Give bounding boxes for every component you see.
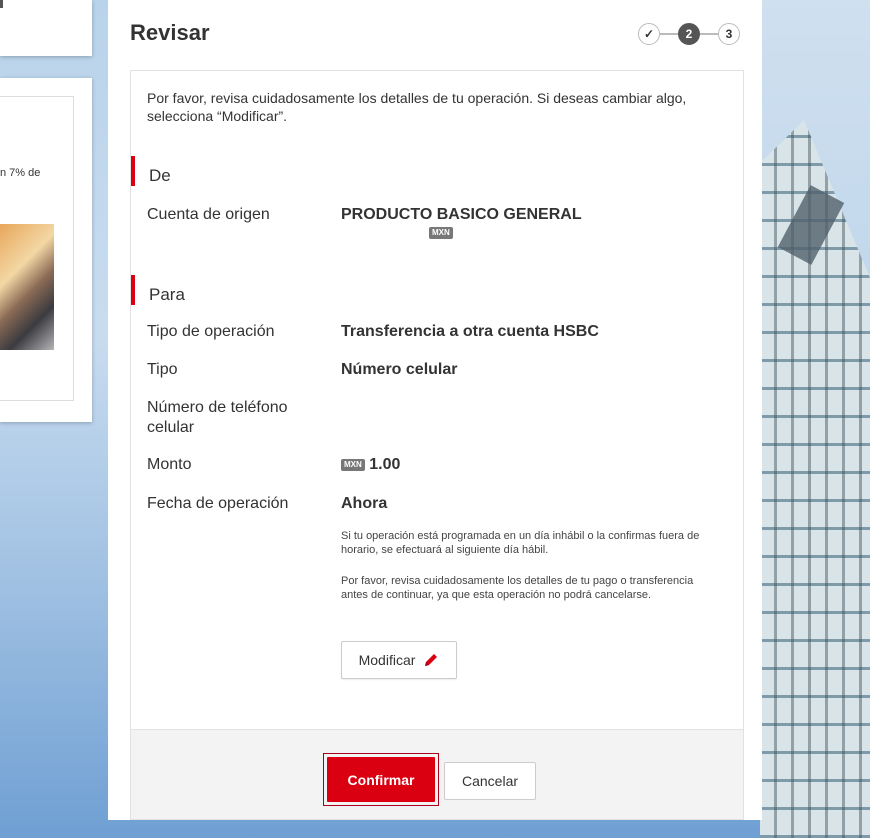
step-3-pending: 3 [718, 23, 740, 45]
side-card-text: n 7% de [0, 167, 41, 179]
intro-text: Por favor, revisa cuidadosamente los det… [147, 90, 687, 124]
type-label: Tipo [147, 361, 178, 378]
modify-button[interactable]: Modificar [341, 641, 457, 679]
type-value: Número celular [341, 361, 458, 378]
side-card-inner: n 7% de [0, 96, 74, 401]
irreversible-note: Por favor, revisa cuidadosamente los det… [341, 575, 694, 601]
side-card-top [0, 0, 92, 56]
side-card-mark [0, 0, 3, 8]
amount-label: Monto [147, 456, 192, 473]
review-details: Por favor, revisa cuidadosamente los det… [130, 70, 744, 730]
amount-value-row: MXN 1.00 [341, 455, 400, 475]
step-connector [660, 33, 678, 35]
amount-currency-badge: MXN [341, 458, 365, 471]
cancel-button[interactable]: Cancelar [444, 762, 536, 800]
business-day-note: Si tu operación está programada en un dí… [341, 530, 700, 556]
date-label: Fecha de operación [147, 495, 289, 512]
section-from-title: De [131, 156, 171, 188]
progress-stepper: ✓ 2 3 [638, 23, 740, 45]
step-2-active: 2 [678, 23, 700, 45]
operation-type-label: Tipo de operación [147, 323, 275, 340]
amount-value: 1.00 [369, 456, 401, 473]
action-footer: Confirmar Cancelar [130, 730, 744, 820]
operation-type-value: Transferencia a otra cuenta HSBC [341, 323, 599, 340]
origin-currency-badge: MXN [429, 227, 453, 239]
origin-account-value: PRODUCTO BASICO GENERAL [341, 206, 582, 223]
origin-account-label: Cuenta de origen [147, 206, 270, 223]
date-value: Ahora [341, 495, 388, 512]
confirm-button[interactable]: Confirmar [327, 757, 435, 802]
section-to-title: Para [131, 275, 185, 307]
modify-button-label: Modificar [358, 652, 416, 668]
pencil-icon [425, 654, 438, 666]
phone-label: Número de teléfono celular [147, 399, 288, 436]
step-connector [700, 33, 718, 35]
side-card-photo [0, 224, 54, 350]
step-1-done: ✓ [638, 23, 660, 45]
review-panel: Revisar ✓ 2 3 Por favor, revisa cuidados… [108, 0, 762, 820]
confirm-button-focus-ring: Confirmar [323, 753, 439, 806]
side-card-promo: n 7% de [0, 78, 92, 422]
review-header: Revisar ✓ 2 3 [130, 18, 740, 50]
